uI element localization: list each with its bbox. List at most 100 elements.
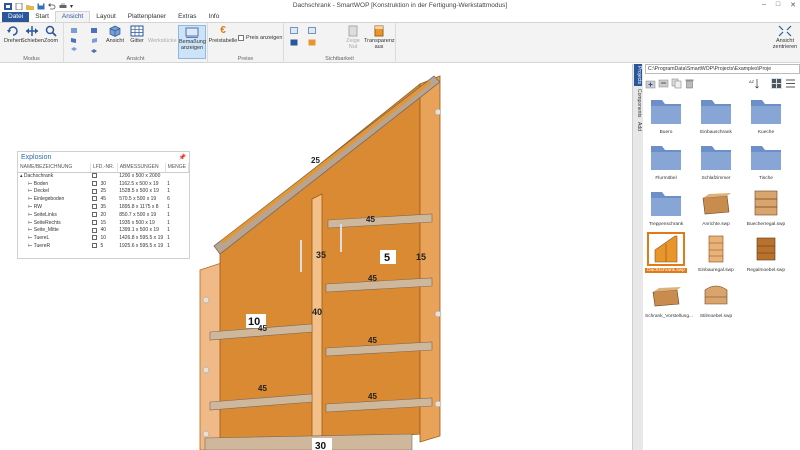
- tab-ansicht[interactable]: Ansicht: [54, 11, 91, 22]
- tab-layout[interactable]: Layout: [90, 12, 122, 22]
- preis-anzeigen-checkbox[interactable]: Preis anzeigen: [238, 35, 282, 41]
- bemassung-anzeigen-button[interactable]: Bemaßung anzeigen: [178, 25, 206, 59]
- view-left-icon[interactable]: [90, 37, 98, 44]
- row-checkbox[interactable]: [92, 235, 98, 241]
- col-qty[interactable]: MENGE: [165, 163, 190, 173]
- large-icons-view-icon[interactable]: [771, 78, 782, 89]
- folder-item[interactable]: Kueche: [745, 96, 787, 135]
- row-checkbox[interactable]: [92, 212, 98, 218]
- pin-icon[interactable]: 📌: [179, 154, 186, 161]
- move-arrows-icon: [26, 26, 38, 36]
- table-row[interactable]: ⊢ Boden 30 1162.5 x 500 x 19 1: [18, 180, 189, 188]
- table-row[interactable]: ⊢ RW 35 1895.8 x 1175 x 8 1: [18, 203, 189, 211]
- shelf-furniture-thumbnail-icon: [756, 237, 776, 261]
- sort-icon[interactable]: AZ: [749, 78, 760, 89]
- view-front-icon[interactable]: [70, 27, 78, 34]
- style-furniture-thumbnail-icon: [704, 285, 728, 305]
- visibility-a-icon[interactable]: [290, 27, 298, 34]
- file-item[interactable]: Schrank_Vorstellung...: [645, 280, 693, 319]
- folder-item[interactable]: Schlafzimmer: [695, 142, 737, 181]
- folder-item[interactable]: Einbauschrank: [695, 96, 737, 135]
- list-view-icon[interactable]: [785, 78, 796, 89]
- close-button[interactable]: ✕: [790, 1, 796, 9]
- view-side-icon[interactable]: [70, 37, 78, 44]
- gitter-button[interactable]: Gitter: [126, 25, 148, 44]
- rename-icon[interactable]: [658, 78, 669, 89]
- transparenz-button[interactable]: Transparenz aus: [364, 25, 395, 50]
- table-row[interactable]: ⊢ Deckel 25 1528.5 x 500 x 19 1: [18, 188, 189, 196]
- table-row[interactable]: ▴ Dachschrank 1200 x 500 x 2000: [18, 172, 189, 180]
- ansicht-zentrieren-button[interactable]: Ansicht zentrieren: [770, 25, 800, 50]
- zoom-button[interactable]: Zoom: [40, 25, 62, 44]
- qat-dropdown[interactable]: ▾: [70, 3, 73, 10]
- visibility-d-icon[interactable]: [308, 39, 316, 46]
- col-nr[interactable]: LFD.-NR.: [90, 163, 118, 173]
- path-input[interactable]: C:\ProgramData\SmartWOP\Projects\Example…: [645, 64, 800, 74]
- tab-plattenplaner[interactable]: Plattenplaner: [122, 12, 172, 22]
- seite-mitte-panel[interactable]: [311, 193, 323, 450]
- row-dims: 1895.8 x 1175 x 8: [119, 204, 159, 211]
- row-checkbox[interactable]: [92, 243, 98, 249]
- table-row[interactable]: ⊢ TuereR 5 1925.6 x 595.5 x 19 1: [18, 242, 189, 250]
- table-row[interactable]: ⊢ Einlegeboden 45 570.5 x 500 x 19 6: [18, 195, 189, 203]
- view-top-icon[interactable]: [70, 47, 78, 54]
- minimize-button[interactable]: –: [762, 1, 766, 9]
- bookshelf-thumbnail-icon: [754, 190, 778, 216]
- row-name-cell: ⊢ Boden: [28, 180, 49, 187]
- row-checkbox[interactable]: [92, 227, 98, 233]
- file-item[interactable]: Anrichte.swp: [695, 188, 737, 227]
- file-item[interactable]: Stilmoebel.swp: [695, 280, 737, 319]
- vtab-projects[interactable]: Projects: [634, 64, 642, 86]
- view-back-icon[interactable]: [90, 27, 98, 34]
- zeige-nut-button[interactable]: Zeige Nut: [342, 25, 364, 50]
- file-item-selected[interactable]: Dachschrank.swp: [645, 232, 687, 273]
- tab-extras[interactable]: Extras: [172, 12, 202, 22]
- ansicht-dropdown-button[interactable]: Ansicht: [104, 25, 126, 44]
- 3d-viewport[interactable]: 25 5 15 35 10 40 45 45 45 45 45 45 30 Ex…: [0, 64, 632, 450]
- preis-anzeigen-box[interactable]: [238, 35, 244, 41]
- werkstuecke-button[interactable]: Werkstücke: [148, 25, 177, 44]
- preistabelle-button[interactable]: € Preistabelle: [208, 25, 238, 44]
- sichtbarkeit-group-label: Sichtbarkeit: [325, 56, 354, 62]
- tab-info[interactable]: Info: [203, 12, 226, 22]
- browser-toolbar: AZ: [645, 76, 800, 92]
- copy-icon[interactable]: [671, 78, 682, 89]
- folder-item[interactable]: Flurmöbel: [645, 142, 687, 181]
- file-item[interactable]: Regalmoebel.swp: [745, 234, 787, 273]
- table-row[interactable]: ⊢ SeiteLinks 20 850.7 x 500 x 19 1: [18, 211, 189, 219]
- row-checkbox[interactable]: [92, 173, 98, 179]
- row-checkbox[interactable]: [92, 180, 98, 186]
- print-icon[interactable]: [59, 2, 67, 10]
- vtab-components[interactable]: Components: [634, 88, 642, 118]
- open-icon[interactable]: [26, 3, 34, 10]
- row-checkbox[interactable]: [92, 188, 98, 194]
- folder-item[interactable]: Tische: [745, 142, 787, 181]
- file-item[interactable]: Einbauregal.swp: [695, 234, 737, 273]
- row-checkbox[interactable]: [92, 204, 98, 210]
- undo-icon[interactable]: [48, 2, 56, 10]
- visibility-c-icon[interactable]: [308, 27, 316, 34]
- delete-icon[interactable]: [684, 78, 695, 89]
- col-dims[interactable]: ABMESSUNGEN: [117, 163, 166, 173]
- euro-icon: €: [220, 25, 226, 36]
- row-checkbox[interactable]: [92, 219, 98, 225]
- file-item[interactable]: Buecherregal.swp: [745, 188, 787, 227]
- tab-start[interactable]: Start: [29, 12, 55, 22]
- folder-item[interactable]: Buero: [645, 96, 687, 135]
- col-name[interactable]: NAME/BEZEICHNUNG: [18, 163, 91, 173]
- visibility-b-icon[interactable]: [290, 39, 298, 46]
- maximize-button[interactable]: □: [776, 1, 780, 9]
- row-checkbox[interactable]: [92, 196, 98, 202]
- item-label: Kueche: [757, 130, 775, 135]
- new-folder-icon[interactable]: [645, 78, 656, 89]
- folder-item[interactable]: Treppenschrank: [645, 188, 687, 227]
- item-label: Schrank_Vorstellung...: [645, 314, 693, 319]
- table-row[interactable]: ⊢ Seite_Mitte 40 1399.1 x 500 x 19 1: [18, 227, 189, 235]
- tab-datei[interactable]: Datei: [2, 12, 30, 22]
- new-icon[interactable]: [15, 2, 23, 10]
- view-bottom-icon[interactable]: [90, 47, 98, 54]
- table-row[interactable]: ⊢ TuereL 10 1426.8 x 595.5 x 19 1: [18, 234, 189, 242]
- table-row[interactable]: ⊢ SeiteRechts 15 1935 x 500 x 19 1: [18, 219, 189, 227]
- save-icon[interactable]: [37, 3, 45, 10]
- vtab-add[interactable]: Add: [634, 120, 642, 132]
